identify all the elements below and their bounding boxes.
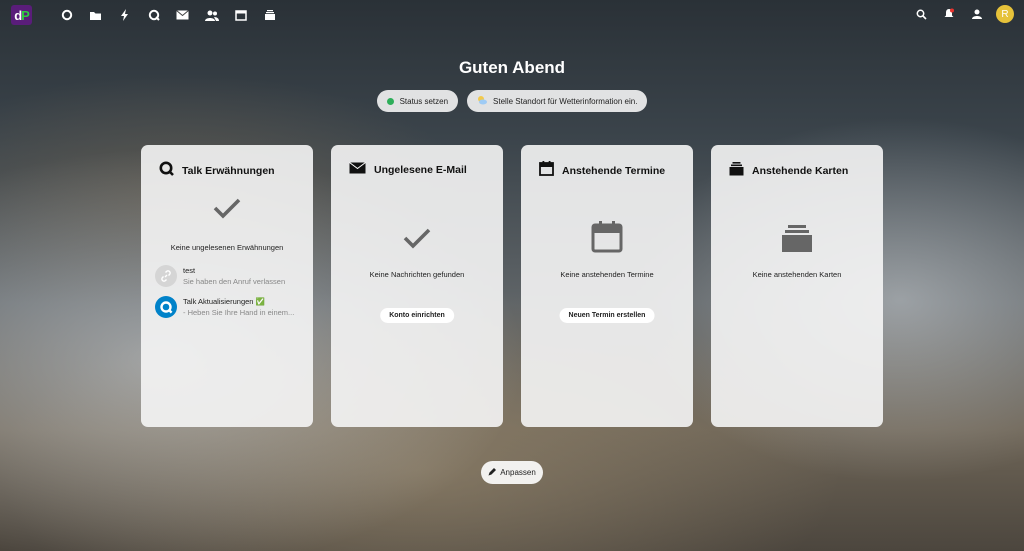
customize-label: Anpassen — [500, 468, 536, 477]
contacts-icon[interactable] — [197, 7, 226, 23]
activity-icon[interactable] — [110, 7, 139, 23]
contacts-menu-icon[interactable] — [968, 5, 986, 23]
upcoming-cards-card: Anstehende Karten Keine anstehenden Kart… — [711, 145, 883, 427]
files-icon[interactable] — [81, 7, 110, 23]
online-status-icon — [386, 97, 394, 105]
mention-subtitle: Sie haben den Anruf verlassen — [183, 277, 286, 286]
talk-icon — [159, 161, 174, 181]
header-actions: R — [912, 5, 1014, 23]
app-logo[interactable]: dP — [11, 5, 32, 25]
mail-icon — [349, 161, 366, 179]
talk-empty-message: Keine ungelesenen Erwähnungen — [170, 243, 284, 252]
app-navigation — [52, 7, 284, 23]
setup-account-button[interactable]: Konto einrichten — [380, 308, 454, 323]
upcoming-cards-title: Anstehende Karten — [752, 165, 849, 177]
checkmark-icon — [141, 197, 313, 219]
talk-icon[interactable] — [139, 7, 168, 23]
deck-empty-message: Keine anstehenden Karten — [752, 270, 842, 279]
empty-calendar-icon — [521, 221, 693, 253]
deck-icon — [729, 161, 744, 181]
status-button-label: Status setzen — [399, 96, 449, 106]
unread-mail-title: Ungelesene E-Mail — [374, 164, 467, 176]
calendar-icon — [539, 161, 554, 181]
notifications-icon[interactable] — [940, 5, 958, 23]
customize-button[interactable]: Anpassen — [481, 461, 543, 484]
talk-avatar-icon — [155, 296, 177, 318]
unread-mail-card: Ungelesene E-Mail Keine Nachrichten gefu… — [331, 145, 503, 427]
upcoming-cards-header[interactable]: Anstehende Karten — [729, 161, 848, 181]
dashboard-icon[interactable] — [52, 7, 81, 23]
mention-subtitle: - Heben Sie Ihre Hand in einem... — [183, 308, 295, 317]
unread-mail-header[interactable]: Ungelesene E-Mail — [349, 161, 467, 179]
search-icon[interactable] — [912, 5, 930, 23]
checkmark-icon — [331, 227, 503, 249]
user-avatar[interactable]: R — [996, 5, 1014, 23]
status-button[interactable]: Status setzen — [376, 90, 459, 112]
weather-button-label: Stelle Standort für Wetterinformation ei… — [493, 96, 638, 106]
talk-mentions-card: Talk Erwähnungen Keine ungelesenen Erwäh… — [141, 145, 313, 427]
create-event-button[interactable]: Neuen Termin erstellen — [559, 308, 655, 323]
mention-item[interactable]: Talk Aktualisierungen ✅ - Heben Sie Ihre… — [155, 296, 294, 318]
empty-deck-icon — [711, 221, 883, 253]
deck-icon[interactable] — [255, 7, 284, 23]
link-icon — [155, 265, 177, 287]
mention-name: test — [183, 266, 196, 275]
events-empty-message: Keine anstehenden Termine — [560, 270, 654, 279]
upcoming-events-header[interactable]: Anstehende Termine — [539, 161, 665, 181]
mention-item[interactable]: test Sie haben den Anruf verlassen — [155, 265, 285, 287]
talk-mentions-header[interactable]: Talk Erwähnungen — [159, 161, 275, 181]
mention-name: Talk Aktualisierungen ✅ — [183, 297, 265, 306]
greeting-heading: Guten Abend — [458, 58, 566, 77]
weather-icon — [477, 95, 488, 107]
pencil-icon — [488, 467, 497, 478]
upcoming-events-title: Anstehende Termine — [562, 165, 666, 177]
status-weather-row: Status setzen Stelle Standort für Wetter… — [0, 90, 1024, 112]
calendar-icon[interactable] — [226, 7, 255, 23]
weather-button[interactable]: Stelle Standort für Wetterinformation ei… — [467, 90, 648, 112]
upcoming-events-card: Anstehende Termine Keine anstehenden Ter… — [521, 145, 693, 427]
talk-mentions-title: Talk Erwähnungen — [182, 165, 275, 177]
mail-icon[interactable] — [168, 7, 197, 23]
top-bar: dP R — [0, 0, 1024, 30]
mail-empty-message: Keine Nachrichten gefunden — [369, 270, 465, 279]
